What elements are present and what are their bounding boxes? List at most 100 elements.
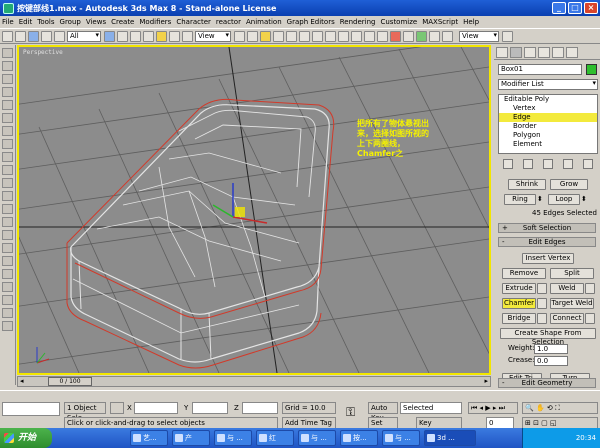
- grow-button[interactable]: Grow: [550, 179, 588, 190]
- mirror-icon[interactable]: [325, 30, 336, 42]
- strip-tool-16-icon[interactable]: [2, 243, 13, 253]
- key-icon[interactable]: ⚿: [346, 406, 355, 418]
- playback-controls[interactable]: ⏮ ◂ ▶ ▸ ⏭: [468, 402, 518, 414]
- close-button[interactable]: ×: [584, 2, 598, 14]
- menu-graph-editors[interactable]: Graph Editors: [287, 18, 335, 26]
- extrude-settings-button[interactable]: [537, 283, 547, 294]
- strip-tool-5-icon[interactable]: [2, 100, 13, 110]
- bridge-settings-button[interactable]: [537, 313, 547, 324]
- weld-settings-button[interactable]: [585, 283, 595, 294]
- percent-snap-icon[interactable]: [286, 30, 297, 42]
- select-move-icon[interactable]: [156, 30, 167, 42]
- render-setup-icon[interactable]: [403, 30, 414, 42]
- spinner-snap-icon[interactable]: [299, 30, 310, 42]
- render-type-icon[interactable]: [429, 30, 440, 42]
- strip-tool-13-icon[interactable]: [2, 204, 13, 214]
- strip-tool-14-icon[interactable]: [2, 217, 13, 227]
- window-crossing-icon[interactable]: [143, 30, 154, 42]
- strip-tool-2-icon[interactable]: [2, 61, 13, 71]
- menu-edit[interactable]: Edit: [19, 18, 33, 26]
- connect-button[interactable]: Connect: [550, 313, 584, 324]
- box01-object[interactable]: [66, 98, 335, 369]
- split-button[interactable]: Split: [550, 268, 594, 279]
- schematic-view-icon[interactable]: [377, 30, 388, 42]
- extrude-button[interactable]: Extrude: [502, 283, 536, 294]
- layer-manager-icon[interactable]: [351, 30, 362, 42]
- auto-key-button[interactable]: Auto Key: [368, 402, 398, 422]
- create-tab-icon[interactable]: [496, 47, 508, 58]
- start-button[interactable]: 开始: [0, 428, 52, 448]
- curve-editor-icon[interactable]: [364, 30, 375, 42]
- command-panel-scroll[interactable]: Shrink Grow Ring ⬍ Loop ⬍ 45 Edges Selec…: [494, 175, 600, 390]
- strip-tool-10-icon[interactable]: [2, 165, 13, 175]
- chamfer-settings-button[interactable]: [537, 298, 547, 309]
- menu-file[interactable]: File: [2, 18, 14, 26]
- strip-tool-21-icon[interactable]: [2, 308, 13, 318]
- key-mode-select[interactable]: Selected: [400, 402, 462, 414]
- taskbar-item[interactable]: 按...: [340, 430, 378, 446]
- remove-button[interactable]: Remove: [502, 268, 546, 279]
- unlink-icon[interactable]: [41, 30, 52, 42]
- strip-tool-1-icon[interactable]: [2, 48, 13, 58]
- object-color-swatch[interactable]: [586, 64, 597, 75]
- undo-icon[interactable]: [2, 30, 13, 42]
- stack-item-edge[interactable]: Edge: [499, 113, 597, 122]
- named-selection-icon[interactable]: [312, 30, 323, 42]
- edit-edges-rollout[interactable]: - Edit Edges: [498, 237, 596, 247]
- menu-views[interactable]: Views: [86, 18, 106, 26]
- hierarchy-tab-icon[interactable]: [524, 47, 536, 58]
- z-coordinate-field[interactable]: [242, 402, 278, 414]
- render-last-icon[interactable]: [442, 30, 453, 42]
- loop-button[interactable]: Loop: [548, 194, 580, 205]
- taskbar-item[interactable]: 艺...: [130, 430, 168, 446]
- select-by-name-icon[interactable]: [117, 30, 128, 42]
- taskbar-item[interactable]: 与 ...: [298, 430, 336, 446]
- selection-filter-combo[interactable]: All: [67, 30, 101, 42]
- make-unique-icon[interactable]: [543, 159, 553, 169]
- object-name-field[interactable]: Box01: [498, 64, 582, 75]
- slider-left-arrow-icon[interactable]: ◂: [20, 377, 24, 385]
- shrink-button[interactable]: Shrink: [508, 179, 546, 190]
- tray-clock[interactable]: 20:34: [576, 434, 596, 442]
- motion-tab-icon[interactable]: [538, 47, 550, 58]
- maxscript-listener[interactable]: [2, 402, 60, 416]
- slider-right-arrow-icon[interactable]: ▸: [484, 377, 488, 385]
- select-object-icon[interactable]: [104, 30, 115, 42]
- stack-item-element[interactable]: Element: [499, 140, 597, 149]
- align-icon[interactable]: [338, 30, 349, 42]
- select-link-icon[interactable]: [28, 30, 39, 42]
- edit-geometry-rollout[interactable]: - Edit Geometry: [498, 378, 596, 388]
- menu-reactor[interactable]: reactor: [216, 18, 241, 26]
- lock-selection-icon[interactable]: [110, 402, 124, 414]
- menu-create[interactable]: Create: [111, 18, 134, 26]
- menu-tools[interactable]: Tools: [37, 18, 54, 26]
- taskbar-item[interactable]: 产: [172, 430, 210, 446]
- stack-item-polygon[interactable]: Polygon: [499, 131, 597, 140]
- rectangular-selection-icon[interactable]: [130, 30, 141, 42]
- display-tab-icon[interactable]: [552, 47, 564, 58]
- reference-coord-combo[interactable]: View: [195, 30, 231, 42]
- quick-render-teapot-icon[interactable]: [502, 30, 513, 42]
- angle-snap-icon[interactable]: [273, 30, 284, 42]
- minimize-button[interactable]: _: [552, 2, 566, 14]
- menu-modifiers[interactable]: Modifiers: [139, 18, 171, 26]
- ring-spinner-icon[interactable]: ⬍: [537, 195, 543, 204]
- select-rotate-icon[interactable]: [169, 30, 180, 42]
- modifier-list-dropdown[interactable]: Modifier List: [498, 79, 598, 90]
- material-editor-icon[interactable]: [390, 30, 401, 42]
- strip-tool-3-icon[interactable]: [2, 74, 13, 84]
- stack-item-vertex[interactable]: Vertex: [499, 104, 597, 113]
- strip-tool-12-icon[interactable]: [2, 191, 13, 201]
- menu-customize[interactable]: Customize: [380, 18, 417, 26]
- show-end-result-icon[interactable]: [523, 159, 533, 169]
- taskbar-item[interactable]: 与 ...: [214, 430, 252, 446]
- loop-spinner-icon[interactable]: ⬍: [581, 195, 587, 204]
- menu-rendering[interactable]: Rendering: [340, 18, 376, 26]
- y-coordinate-field[interactable]: [192, 402, 228, 414]
- redo-icon[interactable]: [15, 30, 26, 42]
- stack-item-editable-poly[interactable]: Editable Poly: [499, 95, 597, 104]
- strip-tool-20-icon[interactable]: [2, 295, 13, 305]
- select-manipulate-icon[interactable]: [247, 30, 258, 42]
- utilities-tab-icon[interactable]: [566, 47, 578, 58]
- maximize-button[interactable]: □: [568, 2, 582, 14]
